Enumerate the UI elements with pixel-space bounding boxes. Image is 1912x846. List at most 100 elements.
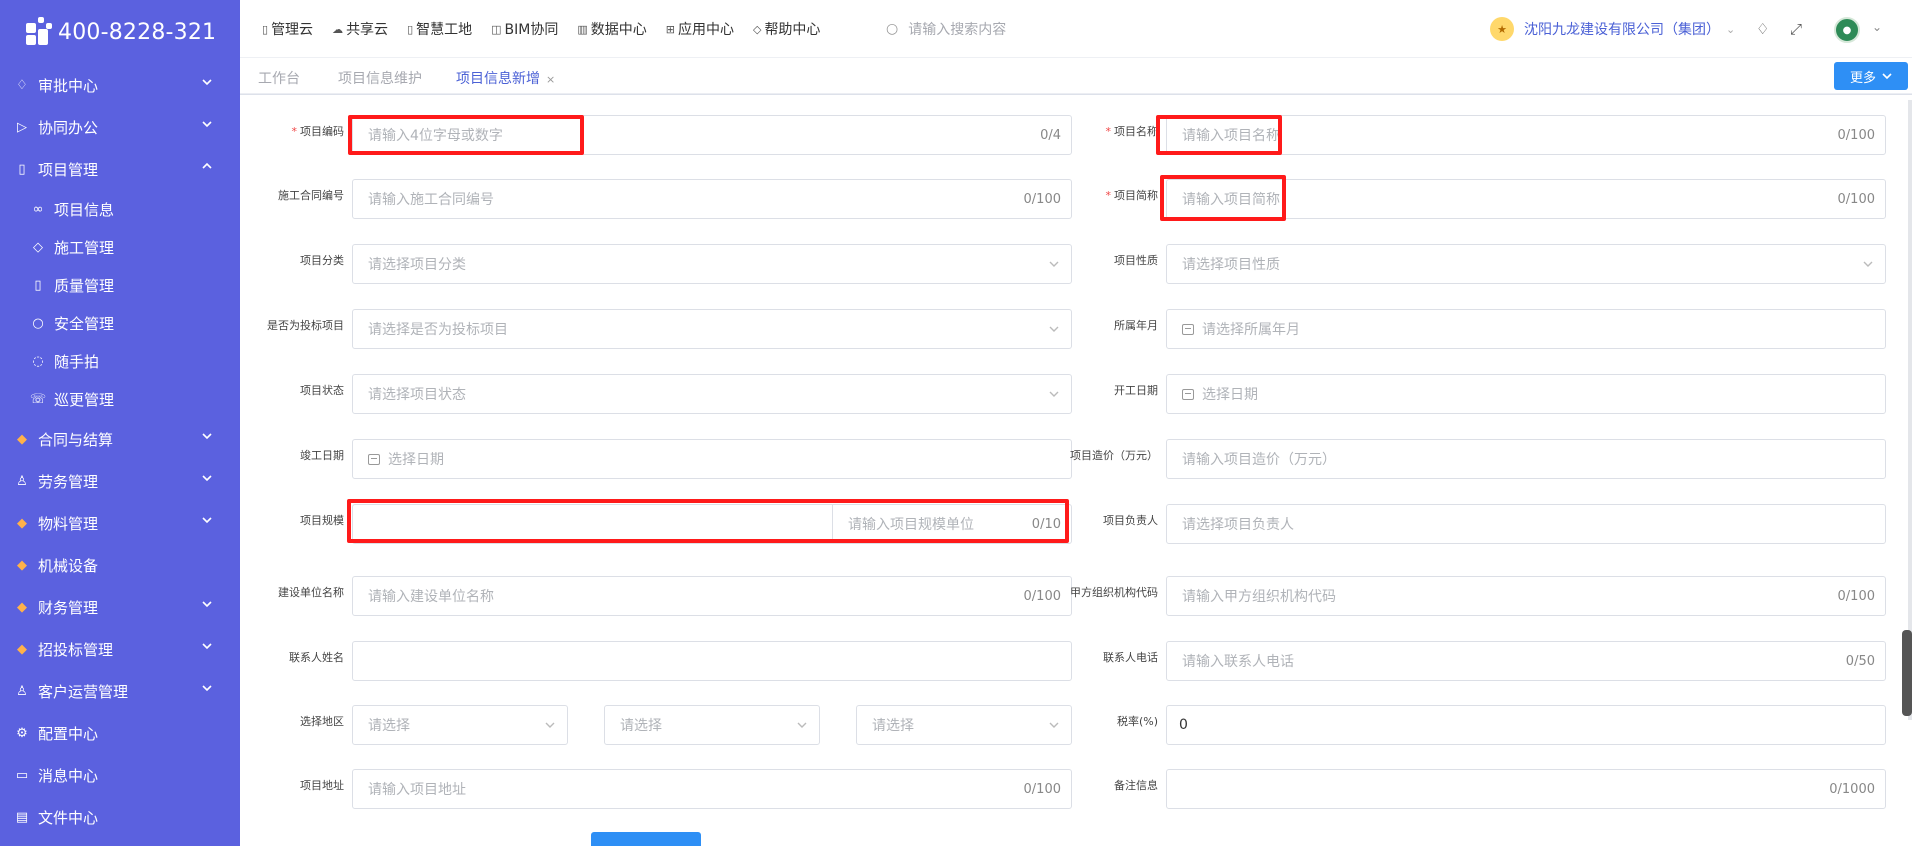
sidebar-item-bidding[interactable]: ◆ 招投标管理 [0,628,240,670]
sidebar-item-finance[interactable]: ◆ 财务管理 [0,586,240,628]
sidebar-item-label: 财务管理 [38,598,99,617]
chevron-down-icon [1863,261,1873,267]
chevron-down-icon[interactable]: ⌄ [1872,20,1882,34]
status-select[interactable]: 请选择项目状态 [352,374,1072,414]
scrollbar-thumb[interactable] [1902,630,1912,716]
sidebar-item-label: 合同与结算 [38,430,114,449]
province-select[interactable]: 请选择 [352,705,568,745]
chevron-down-icon [797,722,807,728]
short-name-input[interactable]: 请输入项目简称 0/100 [1166,179,1886,219]
nav-smart-site[interactable]: ▯ 智慧工地 [407,19,472,39]
gem-icon: ◆ [17,641,27,657]
sidebar-item-label: 招投标管理 [38,640,114,659]
sidebar: 400-8228-321 ♢ 审批中心 ▷ 协同办公 ▯ 项目管理 ∞ 项目信息… [0,0,240,846]
cloud-icon: ☁ [332,22,344,36]
tab-label: 项目信息新增 [456,71,540,87]
project-name-input[interactable]: 请输入项目名称 0/100 [1166,115,1886,155]
build-unit-input[interactable]: 请输入建设单位名称 0/100 [352,576,1072,616]
sidebar-item-files[interactable]: ▤ 文件中心 [0,796,240,838]
nav-data-center[interactable]: ▥ 数据中心 [577,19,646,39]
placeholder: 请选择项目性质 [1182,257,1280,273]
search-box[interactable]: ○ 请输入搜索内容 [886,19,1006,39]
sidebar-item-label: 配置中心 [38,724,99,743]
sidebar-subitem-construction[interactable]: ◇ 施工管理 [0,228,240,266]
label-nature: 项目性质 [1114,254,1158,267]
close-icon[interactable]: × [546,73,555,86]
sidebar-item-label: 项目管理 [38,160,99,179]
scale-unit-input[interactable]: 请输入项目规模单位 0/10 [832,504,1072,544]
nav-shared-cloud[interactable]: ☁ 共享云 [332,19,388,39]
chevron-down-icon [202,475,212,482]
placeholder: 请输入项目简称 [1182,192,1280,208]
tab-project-maintenance[interactable]: 项目信息维护 [338,68,422,88]
contact-phone-input[interactable]: 请输入联系人电话 0/50 [1166,641,1886,681]
submit-button[interactable] [591,832,701,846]
search-input[interactable]: 请输入搜索内容 [908,19,1006,39]
nav-management-cloud[interactable]: ▯ 管理云 [262,19,313,39]
sidebar-item-material[interactable]: ◆ 物料管理 [0,502,240,544]
fullscreen-icon[interactable]: ⤢ [1790,20,1802,38]
category-select[interactable]: 请选择项目分类 [352,244,1072,284]
manager-select[interactable]: 请选择项目负责人 [1166,504,1886,544]
sidebar-item-labor[interactable]: ♙ 劳务管理 [0,460,240,502]
label-cost: 项目造价（万元） [1070,449,1158,462]
chevron-down-icon [1049,391,1059,397]
scale-input[interactable] [352,504,832,544]
placeholder: 请选择所属年月 [1202,322,1300,338]
project-code-input[interactable]: 请输入4位字母或数字 0/4 [352,115,1072,155]
nav-bim[interactable]: ◫ BIM协同 [491,19,558,39]
label-finish-date: 竣工日期 [300,449,344,462]
sidebar-subitem-patrol[interactable]: ☏ 巡更管理 [0,380,240,418]
placeholder: 请输入项目造价（万元） [1182,452,1336,468]
company-switcher[interactable]: ★ 沈阳九龙建设有限公司（集团） ⌄ [1490,17,1735,41]
nav-label: 帮助中心 [764,22,821,38]
avatar[interactable]: ● [1834,17,1860,43]
char-counter: 0/100 [1023,191,1061,207]
gem-icon: ◆ [17,557,27,573]
chevron-down-icon: ⌄ [1726,22,1736,36]
bell-icon[interactable]: ♢ [1756,20,1769,38]
remark-input[interactable]: 0/1000 [1166,769,1886,809]
user-icon: ♙ [16,683,28,699]
org-code-input[interactable]: 请输入甲方组织机构代码 0/100 [1166,576,1886,616]
sidebar-item-customer[interactable]: ♙ 客户运营管理 [0,670,240,712]
form-row: 竣工日期 选择日期 项目造价（万元） 请输入项目造价（万元） [240,439,1912,481]
sidebar-item-message[interactable]: ▭ 消息中心 [0,754,240,796]
cost-input[interactable]: 请输入项目造价（万元） [1166,439,1886,479]
address-input[interactable]: 请输入项目地址 0/100 [352,769,1072,809]
tax-rate-input[interactable]: 0 [1166,705,1886,745]
is-bid-select[interactable]: 请选择是否为投标项目 [352,309,1072,349]
sidebar-item-machinery[interactable]: ◆ 机械设备 [0,544,240,586]
more-label: 更多 [1849,70,1876,86]
sidebar-subitem-project-info[interactable]: ∞ 项目信息 [0,190,240,228]
sidebar-item-approval[interactable]: ♢ 审批中心 [0,64,240,106]
sidebar-item-collab[interactable]: ▷ 协同办公 [0,106,240,148]
district-select[interactable]: 请选择 [856,705,1072,745]
label-status: 项目状态 [300,384,344,397]
nav-label: 智慧工地 [416,22,473,38]
sidebar-subitem-quality[interactable]: ▯ 质量管理 [0,266,240,304]
sidebar-item-contract[interactable]: ◆ 合同与结算 [0,418,240,460]
calendar-icon [1182,323,1194,335]
top-nav: ▯ 管理云 ☁ 共享云 ▯ 智慧工地 ◫ BIM协同 ▥ 数据中心 ⊞ 应用中心 ◇ 帮助中心 [262,19,820,39]
sidebar-subitem-safety[interactable]: ○ 安全管理 [0,304,240,342]
scrollbar-track[interactable] [1908,100,1912,720]
finish-date-picker[interactable]: 选择日期 [352,439,1072,479]
contract-no-input[interactable]: 请输入施工合同编号 0/100 [352,179,1072,219]
nav-app-center[interactable]: ⊞ 应用中心 [666,19,734,39]
sidebar-item-project[interactable]: ▯ 项目管理 [0,148,240,190]
tab-project-add[interactable]: 项目信息新增 × [456,68,555,88]
form-row: 施工合同编号 请输入施工合同编号 0/100 * 项目简称 请输入项目简称 0/1… [240,179,1912,221]
nature-select[interactable]: 请选择项目性质 [1166,244,1886,284]
sidebar-subitem-snapshot[interactable]: ◌ 随手拍 [0,342,240,380]
tab-workbench[interactable]: 工作台 [258,68,300,88]
start-date-picker[interactable]: 选择日期 [1166,374,1886,414]
contact-name-input[interactable] [352,641,1072,681]
sidebar-item-config[interactable]: ⚙ 配置中心 [0,712,240,754]
city-select[interactable]: 请选择 [604,705,820,745]
more-button[interactable]: 更多 [1834,62,1908,90]
nav-help-center[interactable]: ◇ 帮助中心 [753,19,820,39]
label-contact-name: 联系人姓名 [289,651,344,664]
year-month-picker[interactable]: 请选择所属年月 [1166,309,1886,349]
chevron-down-icon [1049,722,1059,728]
